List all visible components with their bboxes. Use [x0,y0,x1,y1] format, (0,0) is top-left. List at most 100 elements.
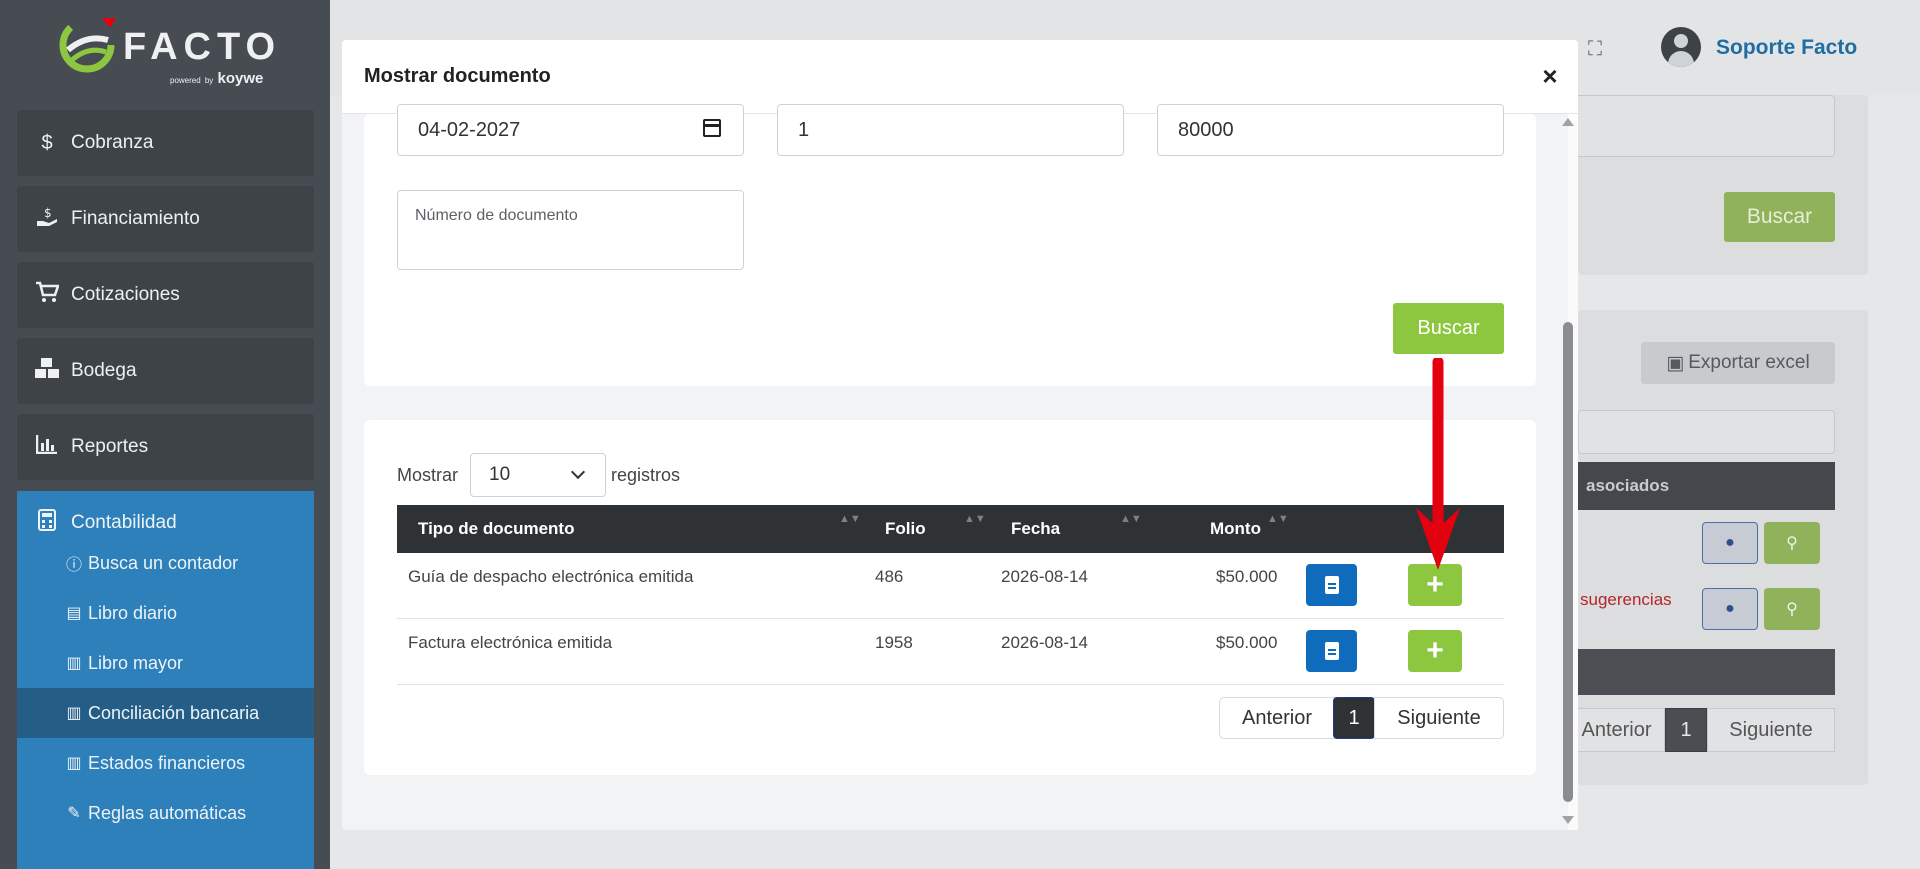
facto-logo[interactable]: FACTO powered by koywe [58,16,282,87]
sort-icon[interactable]: ▲▼ [1120,513,1142,525]
facto-logo-mark-icon [59,17,116,73]
logo-text: FACTO [123,26,282,68]
scroll-down-arrow-icon[interactable] [1562,816,1574,824]
info-icon: ⓘ [65,557,82,574]
export-label: Exportar excel [1688,352,1810,373]
book-icon: ▥ [66,755,82,772]
boxes-icon [33,357,61,385]
background-search-row-button: ⚲ [1764,522,1820,564]
cell-folio: 486 [875,567,904,586]
fullscreen-icon[interactable]: ⛶ [1588,38,1602,61]
table-header: Tipo de documento ▲▼ Folio ▲▼ Fecha ▲▼ M… [397,505,1504,553]
sidebar-item-bodega[interactable]: Bodega [17,338,314,404]
background-chat-button: ● [1702,522,1758,564]
background-search-button: Buscar [1724,192,1835,242]
records-per-page-select[interactable]: 10 [470,453,606,497]
length-suffix: registros [611,465,681,485]
background-page-prev: Anterior [1568,708,1665,752]
search-icon: ⚲ [1786,535,1798,552]
document-number-label: Número de documento [415,207,578,224]
sidebar: FACTO powered by koywe $ Cobranza $ Fina… [0,0,330,869]
scroll-up-arrow-icon[interactable] [1562,118,1574,126]
dollar-icon: $ [41,131,53,154]
sidebar-subitem-label: Busca un contador [88,552,239,573]
cell-folio: 1958 [875,633,913,652]
sidebar-group-contabilidad: Contabilidad ⓘ Busca un contador ▤ Libro… [17,491,314,869]
column-header-folio[interactable]: Folio [885,505,926,553]
table-row: Factura electrónica emitida 1958 2026-08… [397,619,1504,685]
amount-field[interactable]: 80000 [1157,104,1504,156]
cart-icon [33,281,61,309]
sidebar-item-reportes[interactable]: Reportes [17,414,314,480]
pagination-prev[interactable]: Anterior [1219,697,1335,739]
book-icon: ▥ [66,705,82,722]
calendar-icon[interactable] [703,119,721,137]
sidebar-item-label: Reportes [71,436,149,457]
sidebar-subitem-reglas-automaticas[interactable]: ✎ Reglas automáticas [17,788,314,838]
user-avatar[interactable] [1661,27,1701,67]
background-page-current: 1 [1665,708,1707,752]
tools-icon: ✎ [67,805,81,822]
sidebar-item-cobranza[interactable]: $ Cobranza [17,110,314,176]
document-icon [1324,576,1339,594]
annotation-arrow-icon [1416,358,1460,570]
view-document-button[interactable] [1306,564,1357,606]
close-icon[interactable]: × [1532,58,1568,94]
background-table-footer [1578,649,1835,695]
add-document-button[interactable]: + [1408,630,1462,672]
sidebar-subitem-label: Reglas automáticas [88,802,247,823]
background-table-search [1578,410,1835,454]
column-header-monto[interactable]: Monto [1210,505,1261,553]
document-number-field[interactable]: Número de documento [397,190,744,270]
scrollbar-thumb[interactable] [1563,322,1573,802]
background-page-next: Siguiente [1707,708,1835,752]
sort-icon[interactable]: ▲▼ [839,513,861,525]
pagination-current[interactable]: 1 [1333,697,1375,739]
column-header-fecha[interactable]: Fecha [1011,505,1060,553]
cell-fecha: 2026-08-14 [1001,633,1088,652]
sidebar-item-financiamiento[interactable]: $ Financiamiento [17,186,314,252]
sidebar-subitem-libro-mayor[interactable]: ▥ Libro mayor [17,638,314,688]
sidebar-subitem-busca-contador[interactable]: ⓘ Busca un contador [17,538,314,588]
filter-field-2[interactable]: 1 [777,104,1124,156]
sidebar-item-label: Financiamiento [71,208,200,229]
background-suggestions-text: sugerencias [1580,590,1672,609]
sidebar-item-label: Cotizaciones [71,284,180,305]
view-document-button[interactable] [1306,630,1357,672]
excel-icon: ▣ [1666,352,1685,374]
modal-header: Mostrar documento × [342,40,1578,114]
cell-tipo: Guía de despacho electrónica emitida [408,567,694,586]
hand-money-icon: $ [33,205,61,233]
sidebar-subitem-libro-diario[interactable]: ▤ Libro diario [17,588,314,638]
logo-powered-by: powered by koywe [170,70,264,87]
sidebar-subitem-label: Libro diario [88,602,178,623]
background-export-button: ▣ Exportar excel [1641,342,1835,384]
background-chat-button: ● [1702,588,1758,630]
column-header-tipo[interactable]: Tipo de documento [418,505,574,553]
file-icon: ▤ [66,605,82,622]
amount-field-value: 80000 [1178,118,1234,141]
sidebar-item-cotizaciones[interactable]: Cotizaciones [17,262,314,328]
sidebar-item-label: Bodega [71,360,137,381]
date-field[interactable]: 04-02-2027 [397,104,744,156]
cell-monto: $50.000 [1216,633,1278,652]
background-table-header: asociados [1578,462,1835,510]
sort-icon[interactable]: ▲▼ [1267,513,1289,525]
svg-text:$: $ [44,206,52,220]
user-name[interactable]: Soporte Facto [1716,36,1857,60]
pagination-next[interactable]: Siguiente [1374,697,1504,739]
table-row: Guía de despacho electrónica emitida 486… [397,553,1504,619]
cell-monto: $50.000 [1216,567,1278,586]
sidebar-subitem-estados-financieros[interactable]: ▥ Estados financieros [17,738,314,788]
sidebar-subitem-label: Estados financieros [88,752,246,773]
background-search-row-button: ⚲ [1764,588,1820,630]
sidebar-subitem-label: Libro mayor [88,652,184,673]
sort-icon[interactable]: ▲▼ [964,513,986,525]
chevron-down-icon [570,464,586,480]
date-field-value: 04-02-2027 [418,118,521,141]
book-icon: ▥ [66,655,82,672]
sidebar-subitem-conciliacion-bancaria[interactable]: ▥ Conciliación bancaria [17,688,314,738]
chart-icon [33,434,61,460]
sidebar-item-label: Contabilidad [71,512,177,533]
search-button[interactable]: Buscar [1393,303,1504,354]
